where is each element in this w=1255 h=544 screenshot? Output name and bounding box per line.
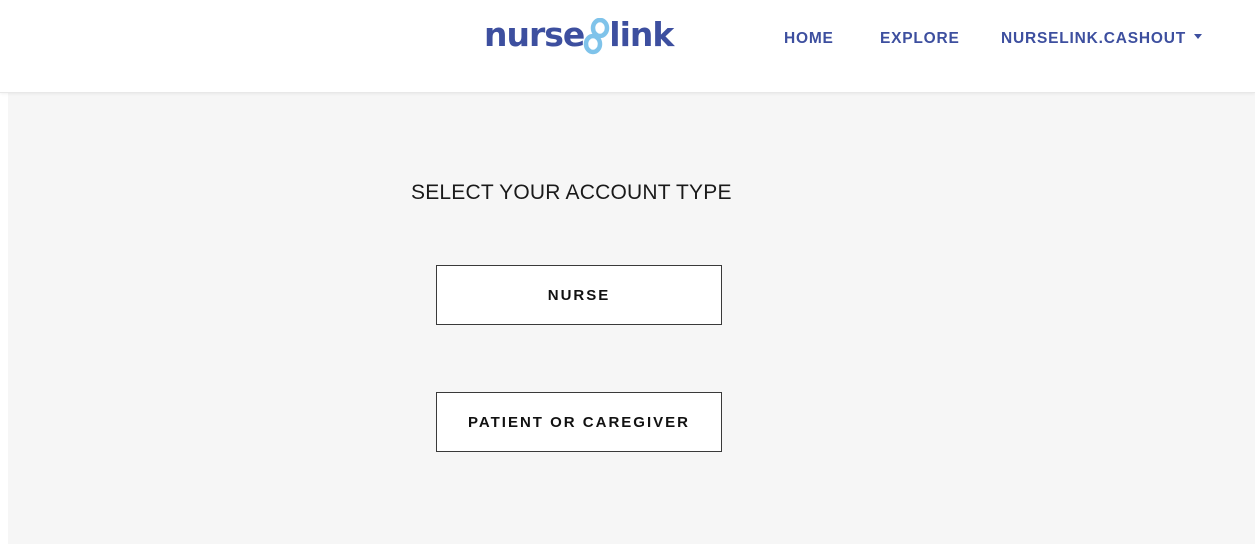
- caret-down-icon: [1193, 34, 1202, 40]
- patient-caregiver-account-button[interactable]: PATIENT OR CAREGIVER: [436, 392, 722, 452]
- nav-home-link[interactable]: HOME: [784, 27, 834, 51]
- top-navbar: nurse link HOME EXPLORE NURSELINK.CASHOU…: [0, 0, 1255, 93]
- nav-links: HOME EXPLORE NURSELINK.CASHOUT: [0, 27, 1255, 51]
- nav-explore-link[interactable]: EXPLORE: [880, 27, 960, 51]
- page-title: SELECT YOUR ACCOUNT TYPE: [411, 181, 732, 204]
- account-type-panel: SELECT YOUR ACCOUNT TYPE NURSE PATIENT O…: [8, 93, 1255, 544]
- nurse-account-button[interactable]: NURSE: [436, 265, 722, 325]
- nav-cashout-dropdown[interactable]: NURSELINK.CASHOUT: [1001, 27, 1202, 51]
- nav-cashout-label: NURSELINK.CASHOUT: [1001, 30, 1186, 47]
